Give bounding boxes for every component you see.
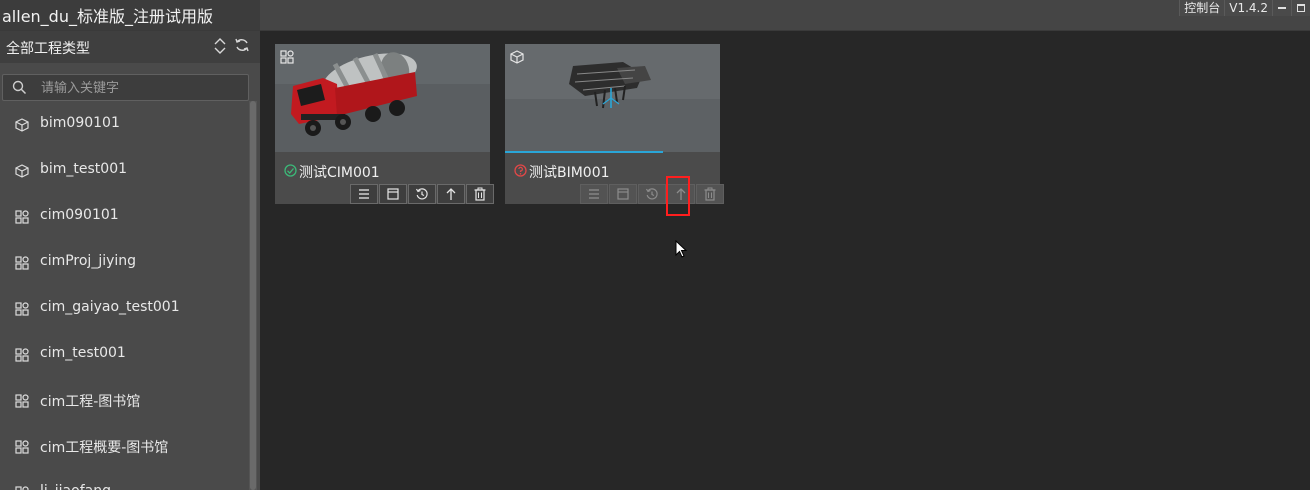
list-icon — [359, 189, 369, 199]
list-icon — [589, 189, 599, 199]
details-button[interactable] — [580, 184, 608, 204]
sidebar-item[interactable]: li_jiaofang — [0, 473, 248, 490]
project-name[interactable]: 测试BIM001 — [529, 162, 610, 182]
sidebar-header: 全部工程类型 — [0, 31, 260, 63]
sidebar-item-label: cimProj_jiying — [40, 253, 137, 269]
sidebar-item[interactable]: cim工程-图书馆 — [0, 381, 248, 421]
grid-icon — [15, 209, 29, 224]
warning-question-icon — [514, 164, 527, 177]
delete-button[interactable] — [696, 184, 724, 204]
window-icon — [617, 188, 629, 200]
sidebar-item-label: cim_test001 — [40, 345, 126, 361]
success-check-icon — [284, 164, 297, 177]
project-type-list: bim090101 bim_test001 cim090101 cimProj_jiy… — [0, 105, 248, 490]
sort-icon[interactable] — [213, 37, 227, 55]
cube-icon — [510, 50, 524, 64]
sidebar-item[interactable]: cim_test001 — [0, 335, 248, 375]
minimize-button[interactable] — [1272, 0, 1291, 16]
window-controls: 控制台 V1.4.2 — [1179, 0, 1310, 16]
sidebar-item-label: cim090101 — [40, 207, 119, 223]
sidebar-item[interactable]: cim090101 — [0, 197, 248, 237]
search-box[interactable] — [2, 74, 249, 101]
delete-icon — [474, 187, 486, 201]
maximize-button[interactable] — [1291, 0, 1310, 16]
history-button[interactable] — [638, 184, 666, 204]
history-icon — [415, 188, 428, 200]
grid-icon — [15, 485, 29, 490]
truck-image — [275, 44, 490, 152]
maximize-icon — [1297, 4, 1305, 12]
bim-model-image — [505, 44, 720, 152]
sidebar-item[interactable]: cimProj_jiying — [0, 243, 248, 283]
project-thumbnail[interactable] — [275, 44, 490, 152]
project-name[interactable]: 测试CIM001 — [299, 162, 380, 182]
grid-icon — [15, 347, 29, 362]
history-button[interactable] — [408, 184, 436, 204]
console-button[interactable]: 控制台 — [1179, 0, 1225, 16]
mouse-cursor-icon — [675, 240, 688, 258]
project-card[interactable]: 测试CIM001 — [275, 44, 494, 204]
sidebar-item[interactable]: cim工程概要-图书馆 — [0, 427, 248, 467]
sidebar-item-label: cim工程概要-图书馆 — [40, 440, 169, 456]
grid-icon — [15, 393, 29, 408]
scroll-thumb[interactable] — [250, 101, 256, 490]
version-label: V1.4.2 — [1224, 0, 1272, 16]
title-bar: allen_du_标准版_注册试用版 控制台 V1.4.2 — [0, 0, 1310, 31]
sidebar-item-label: li_jiaofang — [40, 483, 111, 490]
delete-button[interactable] — [466, 184, 494, 204]
sidebar-item[interactable]: cim_gaiyao_test001 — [0, 289, 248, 329]
card-actions — [580, 184, 725, 204]
category-selector[interactable]: 全部工程类型 — [6, 38, 90, 58]
app-title: allen_du_标准版_注册试用版 — [2, 7, 213, 26]
sidebar-item-label: bim090101 — [40, 115, 120, 131]
upload-progress-bar — [505, 151, 663, 153]
search-icon — [12, 80, 27, 95]
sidebar-item-label: cim工程-图书馆 — [40, 394, 141, 410]
minimize-icon — [1278, 7, 1286, 9]
grid-icon — [280, 50, 294, 64]
grid-icon — [15, 439, 29, 454]
upload-icon — [446, 188, 456, 200]
cube-icon — [15, 117, 29, 132]
preview-button[interactable] — [609, 184, 637, 204]
details-button[interactable] — [350, 184, 378, 204]
window-icon — [387, 188, 399, 200]
card-actions — [350, 184, 495, 204]
search-input[interactable] — [39, 78, 243, 98]
grid-icon — [15, 255, 29, 270]
upload-button[interactable] — [437, 184, 465, 204]
refresh-icon[interactable] — [234, 37, 250, 53]
grid-icon — [15, 301, 29, 316]
sidebar-item[interactable]: bim090101 — [0, 105, 248, 145]
cube-icon — [15, 163, 29, 178]
sidebar-item-label: bim_test001 — [40, 161, 128, 177]
project-thumbnail[interactable] — [505, 44, 720, 152]
preview-button[interactable] — [379, 184, 407, 204]
sidebar-scrollbar[interactable] — [249, 101, 257, 490]
history-icon — [645, 188, 658, 200]
sidebar-item-label: cim_gaiyao_test001 — [40, 299, 180, 315]
highlight-box — [666, 176, 690, 216]
delete-icon — [704, 187, 716, 201]
sidebar-item[interactable]: bim_test001 — [0, 151, 248, 191]
sidebar: 全部工程类型 bim090101 bim_test001 cim090101 cimP… — [0, 31, 260, 490]
